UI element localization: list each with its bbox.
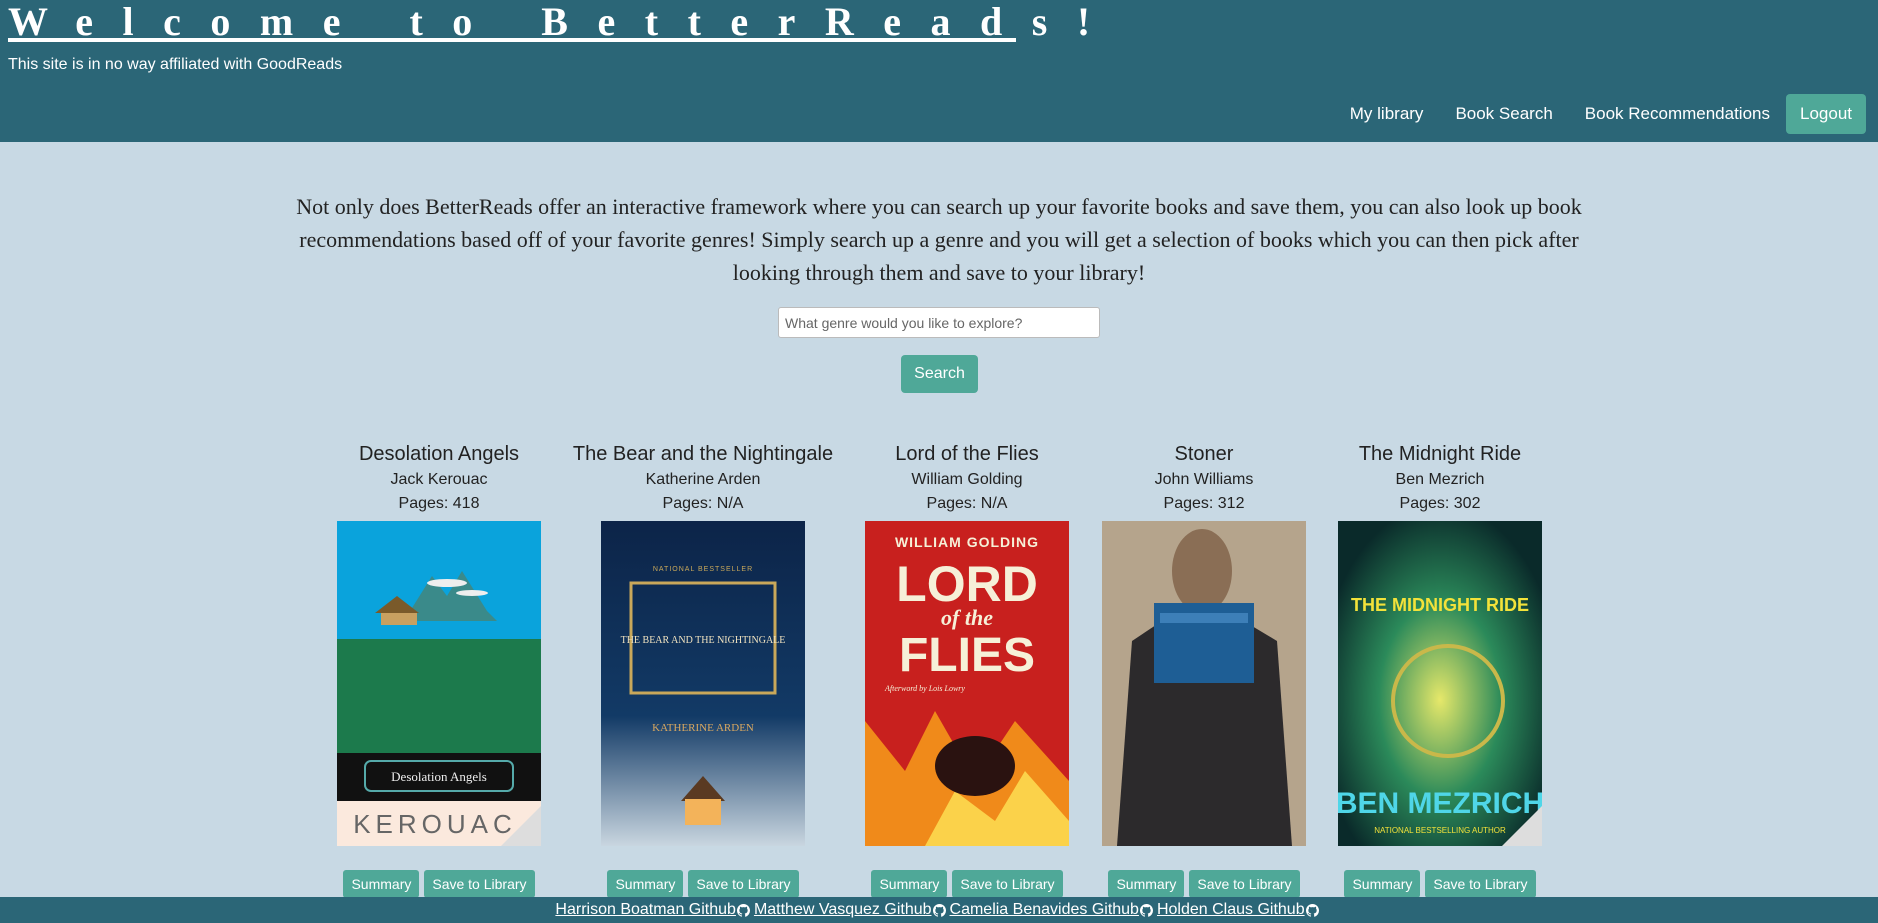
cover-title-word: LORD [896,556,1038,612]
search-button[interactable]: Search [901,355,978,393]
save-to-library-button[interactable]: Save to Library [1189,870,1300,898]
nav-my-library[interactable]: My library [1334,104,1440,124]
logout-button[interactable]: Logout [1786,94,1866,134]
book-card: Desolation Angels Jack Kerouac Pages: 41… [299,442,579,898]
intro-text: Not only does BetterReads offer an inter… [296,194,1582,285]
github-icon [932,903,946,917]
book-author: Ben Mezrich [1395,471,1485,488]
github-icon [736,903,750,917]
footer-link-label: Camelia Benavides Github [949,901,1139,918]
nav-book-recommendations[interactable]: Book Recommendations [1569,104,1786,124]
save-to-library-button[interactable]: Save to Library [688,870,799,898]
book-card: The Bear and the Nightingale Katherine A… [563,442,843,898]
save-to-library-button[interactable]: Save to Library [952,870,1063,898]
cover-tagline-text: NATIONAL BESTSELLER [653,566,753,573]
title-underline [8,38,1016,42]
book-pages: Pages: 418 [398,495,480,512]
book-pages: Pages: 302 [1399,495,1481,512]
cover-author-text: KEROUAC [353,809,517,839]
book-author: Katherine Arden [645,471,761,488]
footer-link-label: Matthew Vasquez Github [753,901,932,918]
footer-link-harrison[interactable]: Harrison Boatman Github [555,901,754,919]
book-pages: Pages: N/A [662,495,744,512]
github-icon [1139,903,1153,917]
summary-button[interactable]: Summary [871,870,948,898]
book-actions: Summary Save to Library [1300,870,1580,898]
genre-search-input[interactable] [778,307,1100,338]
book-cover-image [1102,521,1306,846]
cover-title-word: of the [941,605,993,630]
book-title: The Midnight Ride [1358,443,1522,465]
book-author: Jack Kerouac [390,471,488,488]
book-title: Desolation Angels [358,443,520,465]
book-actions: Summary Save to Library [563,870,843,898]
book-cover-image: Desolation Angels KEROUAC [337,521,541,846]
cover-tagline-text: NATIONAL BESTSELLING AUTHOR [1374,826,1506,835]
cover-author-text: WILLIAM GOLDING [895,534,1039,550]
site-footer: Harrison Boatman Github Matthew Vasquez … [0,897,1878,923]
main-nav: My library Book Search Book Recommendati… [1334,94,1866,134]
cover-title-text: Desolation Angels [391,769,487,784]
cover-title-text: THE BEAR AND THE NIGHTINGALE [621,635,786,646]
summary-button[interactable]: Summary [343,870,420,898]
site-header: Welcome to BetterReads! This site is in … [0,0,1878,142]
github-icon [1305,903,1319,917]
save-to-library-button[interactable]: Save to Library [424,870,535,898]
footer-link-label: Harrison Boatman Github [555,901,736,918]
book-title: The Bear and the Nightingale [572,443,834,465]
book-actions: Summary Save to Library [299,870,579,898]
cover-title-word: FLIES [899,629,1035,682]
disclaimer-text: This site is in no way affiliated with G… [8,56,343,73]
summary-button[interactable]: Summary [1108,870,1185,898]
footer-link-holden[interactable]: Holden Claus Github [1157,901,1323,919]
cover-author-text: BEN MEZRICH [1338,787,1542,820]
summary-button[interactable]: Summary [1344,870,1421,898]
footer-link-camelia[interactable]: Camelia Benavides Github [950,901,1157,919]
book-cover-image: THE MIDNIGHT RIDE BEN MEZRICH NATIONAL B… [1338,521,1542,846]
cover-author-text: KATHERINE ARDEN [652,722,754,734]
footer-link-label: Holden Claus Github [1156,901,1305,918]
cover-title-text: THE MIDNIGHT RIDE [1351,595,1529,615]
book-cover-image: WILLIAM GOLDING LORD of the FLIES Afterw… [865,521,1069,846]
save-to-library-button[interactable]: Save to Library [1425,870,1536,898]
book-card: The Midnight Ride Ben Mezrich Pages: 302… [1300,442,1580,898]
cover-afterword-text: Afterword by Lois Lowry [884,684,965,693]
nav-book-search[interactable]: Book Search [1439,104,1568,124]
summary-button[interactable]: Summary [607,870,684,898]
footer-link-matthew[interactable]: Matthew Vasquez Github [754,901,950,919]
book-cover-image: NATIONAL BESTSELLER THE BEAR AND THE NIG… [601,521,805,846]
